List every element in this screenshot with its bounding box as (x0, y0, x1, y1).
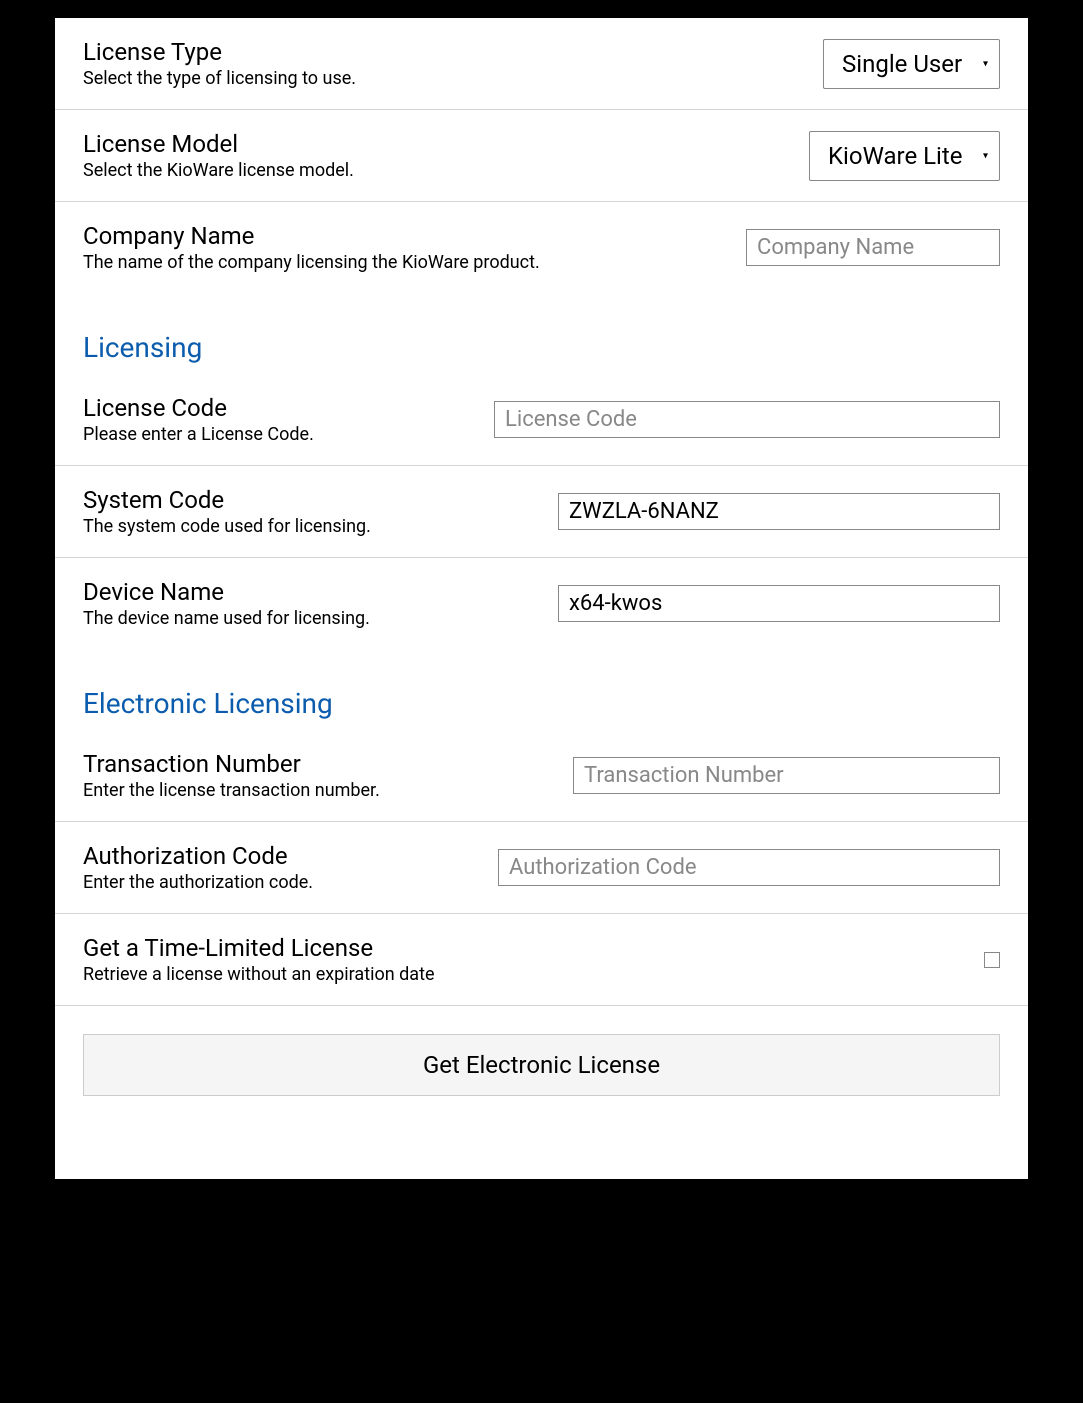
license-code-desc: Please enter a License Code. (83, 424, 314, 445)
license-type-select[interactable]: Single User (823, 39, 1000, 89)
transaction-number-desc: Enter the license transaction number. (83, 780, 380, 801)
company-name-input[interactable] (746, 229, 1000, 266)
device-name-input[interactable] (558, 585, 1000, 622)
company-name-label-block: Company Name The name of the company lic… (83, 222, 540, 273)
device-name-desc: The device name used for licensing. (83, 608, 370, 629)
device-name-row: Device Name The device name used for lic… (55, 558, 1028, 649)
license-code-label-block: License Code Please enter a License Code… (83, 394, 314, 445)
license-panel: License Type Select the type of licensin… (55, 18, 1028, 1179)
licensing-section-header: Licensing (55, 293, 1028, 374)
auth-code-desc: Enter the authorization code. (83, 872, 313, 893)
auth-code-title: Authorization Code (83, 842, 313, 870)
transaction-number-label-block: Transaction Number Enter the license tra… (83, 750, 380, 801)
time-limited-desc: Retrieve a license without an expiration… (83, 964, 435, 985)
transaction-number-title: Transaction Number (83, 750, 380, 778)
transaction-number-row: Transaction Number Enter the license tra… (55, 730, 1028, 822)
system-code-label-block: System Code The system code used for lic… (83, 486, 371, 537)
get-electronic-license-button[interactable]: Get Electronic License (83, 1034, 1000, 1096)
auth-code-row: Authorization Code Enter the authorizati… (55, 822, 1028, 914)
electronic-licensing-section-header: Electronic Licensing (55, 649, 1028, 730)
time-limited-label-block: Get a Time-Limited License Retrieve a li… (83, 934, 435, 985)
system-code-title: System Code (83, 486, 371, 514)
license-model-title: License Model (83, 130, 354, 158)
company-name-desc: The name of the company licensing the Ki… (83, 252, 540, 273)
license-type-label-block: License Type Select the type of licensin… (83, 38, 356, 89)
license-code-row: License Code Please enter a License Code… (55, 374, 1028, 466)
license-model-row: License Model Select the KioWare license… (55, 110, 1028, 202)
license-type-row: License Type Select the type of licensin… (55, 18, 1028, 110)
license-model-label-block: License Model Select the KioWare license… (83, 130, 354, 181)
license-model-select-wrapper: KioWare Lite (809, 131, 1000, 181)
license-type-select-wrapper: Single User (823, 39, 1000, 89)
company-name-row: Company Name The name of the company lic… (55, 202, 1028, 293)
auth-code-label-block: Authorization Code Enter the authorizati… (83, 842, 313, 893)
license-model-select[interactable]: KioWare Lite (809, 131, 1000, 181)
company-name-title: Company Name (83, 222, 540, 250)
system-code-row: System Code The system code used for lic… (55, 466, 1028, 558)
time-limited-checkbox[interactable] (984, 952, 1000, 968)
license-model-desc: Select the KioWare license model. (83, 160, 354, 181)
device-name-title: Device Name (83, 578, 370, 606)
license-code-input[interactable] (494, 401, 1000, 438)
auth-code-input[interactable] (498, 849, 1000, 886)
license-code-title: License Code (83, 394, 314, 422)
time-limited-row: Get a Time-Limited License Retrieve a li… (55, 914, 1028, 1006)
system-code-input[interactable] (558, 493, 1000, 530)
device-name-label-block: Device Name The device name used for lic… (83, 578, 370, 629)
system-code-desc: The system code used for licensing. (83, 516, 371, 537)
license-type-title: License Type (83, 38, 356, 66)
transaction-number-input[interactable] (573, 757, 1000, 794)
license-type-desc: Select the type of licensing to use. (83, 68, 356, 89)
action-row: Get Electronic License (55, 1006, 1028, 1124)
time-limited-title: Get a Time-Limited License (83, 934, 435, 962)
